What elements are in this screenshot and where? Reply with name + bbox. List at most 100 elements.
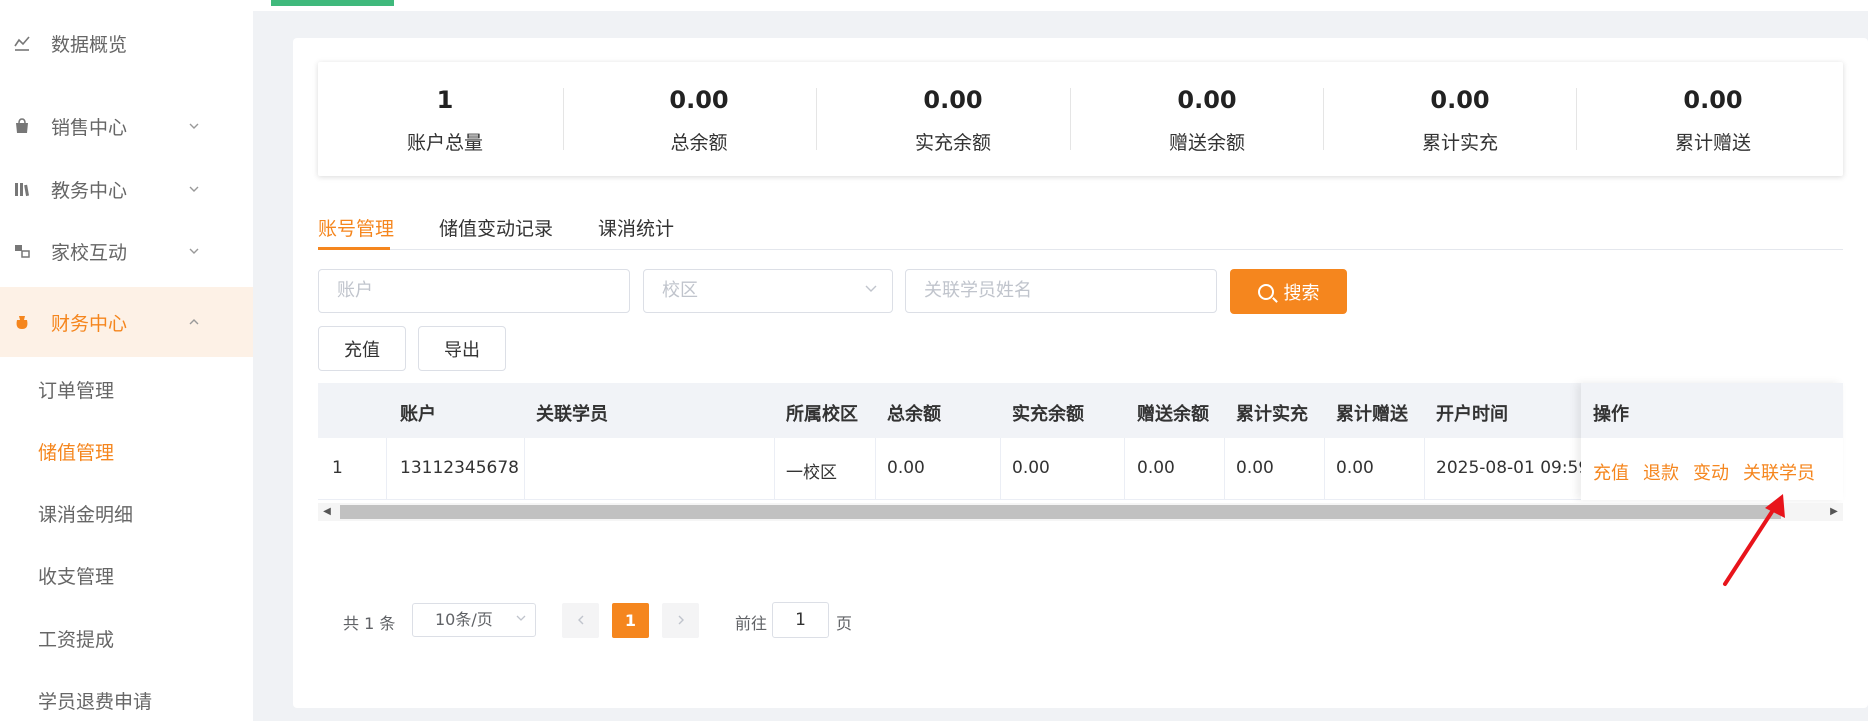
chart-icon xyxy=(13,34,31,52)
cell-divider xyxy=(1000,438,1001,500)
bag-icon xyxy=(13,117,31,135)
chat-icon xyxy=(13,242,31,260)
goto-label: 前往 xyxy=(735,614,768,633)
stats-panel: 1 账户总量 0.00 总余额 0.00 实充余额 0.00 赠送余额 0.00… xyxy=(318,62,1843,176)
op-change-link[interactable]: 变动 xyxy=(1693,459,1729,485)
tab-account-management[interactable]: 账号管理 xyxy=(318,214,394,241)
scroll-thumb[interactable] xyxy=(340,505,1781,519)
top-tab-strip xyxy=(253,0,1868,11)
campus-select-placeholder: 校区 xyxy=(662,280,698,301)
student-name-input[interactable]: 关联学员姓名 xyxy=(905,269,1217,313)
next-page-button[interactable] xyxy=(662,603,699,638)
col-real-balance: 实充余额 xyxy=(1012,404,1084,425)
cell-index: 1 xyxy=(332,458,343,478)
cell-divider xyxy=(774,438,775,500)
cell-divider xyxy=(1124,438,1125,500)
stat-value: 1 xyxy=(436,86,454,114)
sidebar: 数据概览 销售中心 教务中心 家校互动 财务中心 订单管理 储值管理 课消金明细… xyxy=(0,0,253,721)
page-number-current[interactable]: 1 xyxy=(612,603,649,638)
stat-gift-balance: 0.00 赠送余额 xyxy=(1080,62,1334,176)
sidebar-item-label: 财务中心 xyxy=(51,312,128,335)
stat-total-balance: 0.00 总余额 xyxy=(572,62,826,176)
sidebar-item-data-overview[interactable]: 数据概览 xyxy=(0,8,253,78)
sidebar-item-finance-center[interactable]: 财务中心 xyxy=(0,287,253,357)
pagination-total: 共 1 条 xyxy=(343,614,396,633)
active-page-tab-indicator[interactable] xyxy=(271,0,394,6)
prev-page-button[interactable] xyxy=(562,603,599,638)
recharge-button[interactable]: 充值 xyxy=(318,326,406,371)
divider xyxy=(1576,88,1577,150)
tab-active-underline xyxy=(318,247,390,250)
sidebar-item-academic-center[interactable]: 教务中心 xyxy=(0,154,253,224)
op-link-student-link[interactable]: 关联学员 xyxy=(1743,459,1815,485)
table-horizontal-scrollbar[interactable]: ◀ ▶ xyxy=(318,503,1843,521)
stat-total-recharged: 0.00 累计实充 xyxy=(1333,62,1587,176)
stat-label: 累计实充 xyxy=(1421,132,1498,154)
cell-divider xyxy=(1424,438,1425,500)
stat-account-count: 1 账户总量 xyxy=(318,62,572,176)
sidebar-subitem-orders[interactable]: 订单管理 xyxy=(38,376,114,403)
accounts-table: 账户 关联学员 所属校区 总余额 实充余额 赠送余额 累计实充 累计赠送 开户时… xyxy=(318,383,1843,503)
sidebar-item-label: 销售中心 xyxy=(51,116,128,139)
col-total-balance: 总余额 xyxy=(887,404,941,425)
sidebar-item-label: 教务中心 xyxy=(51,179,128,202)
col-account: 账户 xyxy=(400,404,436,425)
cell-sum-gift: 0.00 xyxy=(1336,458,1374,478)
annotation-arrow-icon xyxy=(1723,494,1785,586)
col-operations: 操作 xyxy=(1593,404,1629,425)
cell-total-balance: 0.00 xyxy=(887,458,925,478)
op-refund-link[interactable]: 退款 xyxy=(1643,459,1679,485)
divider xyxy=(563,88,564,150)
sidebar-subitem-stored-value[interactable]: 储值管理 xyxy=(38,438,114,465)
sidebar-item-label: 数据概览 xyxy=(51,33,128,56)
chevron-down-icon xyxy=(188,120,200,132)
scroll-left-icon[interactable]: ◀ xyxy=(318,503,336,521)
chevron-down-icon xyxy=(515,604,527,636)
scroll-right-icon[interactable]: ▶ xyxy=(1825,503,1843,521)
cell-gift-balance: 0.00 xyxy=(1137,458,1175,478)
search-button-label: 搜索 xyxy=(1283,282,1320,304)
sidebar-item-label: 家校互动 xyxy=(51,241,128,264)
sidebar-subitem-salary[interactable]: 工资提成 xyxy=(38,625,114,652)
search-button[interactable]: 搜索 xyxy=(1230,269,1347,314)
stat-label: 账户总量 xyxy=(406,132,483,154)
cell-divider xyxy=(386,438,387,500)
divider xyxy=(1323,88,1324,150)
cell-real-balance: 0.00 xyxy=(1012,458,1050,478)
page-size-value: 10条/页 xyxy=(435,610,493,629)
sidebar-subitem-class-consumption[interactable]: 课消金明细 xyxy=(38,500,133,527)
sidebar-subitem-income-expense[interactable]: 收支管理 xyxy=(38,562,114,589)
chevron-up-icon xyxy=(188,316,200,328)
sidebar-subitem-refund-request[interactable]: 学员退费申请 xyxy=(38,687,152,714)
col-opened-time: 开户时间 xyxy=(1436,404,1508,425)
cell-campus: 一校区 xyxy=(786,463,837,483)
sidebar-item-home-school[interactable]: 家校互动 xyxy=(0,216,253,286)
cell-divider xyxy=(1224,438,1225,500)
col-sum-real: 累计实充 xyxy=(1236,404,1308,425)
tab-stored-value-records[interactable]: 储值变动记录 xyxy=(439,214,553,241)
stat-label: 总余额 xyxy=(670,132,728,154)
stat-value: 0.00 xyxy=(1177,86,1237,114)
stat-value: 0.00 xyxy=(669,86,729,114)
goto-page-input[interactable]: 1 xyxy=(772,602,829,638)
export-button[interactable]: 导出 xyxy=(418,326,506,371)
cell-divider xyxy=(524,438,525,500)
tab-class-consumption-stats[interactable]: 课消统计 xyxy=(598,214,674,241)
campus-select[interactable]: 校区 xyxy=(643,269,893,313)
chevron-right-icon xyxy=(678,615,684,625)
divider xyxy=(1070,88,1071,150)
cell-divider xyxy=(875,438,876,500)
tabs: 账号管理 储值变动记录 课消统计 xyxy=(318,210,1843,250)
account-input[interactable]: 账户 xyxy=(318,269,630,313)
stat-value: 0.00 xyxy=(1430,86,1490,114)
stat-value: 0.00 xyxy=(1683,86,1743,114)
page-suffix-label: 页 xyxy=(836,614,853,633)
col-gift-balance: 赠送余额 xyxy=(1137,404,1209,425)
op-recharge-link[interactable]: 充值 xyxy=(1593,459,1629,485)
divider xyxy=(816,88,817,150)
page-size-select[interactable]: 10条/页 xyxy=(412,603,536,637)
stat-label: 赠送余额 xyxy=(1168,132,1245,154)
sidebar-item-sales-center[interactable]: 销售中心 xyxy=(0,91,253,161)
cell-sum-real: 0.00 xyxy=(1236,458,1274,478)
money-bag-icon xyxy=(13,313,31,331)
